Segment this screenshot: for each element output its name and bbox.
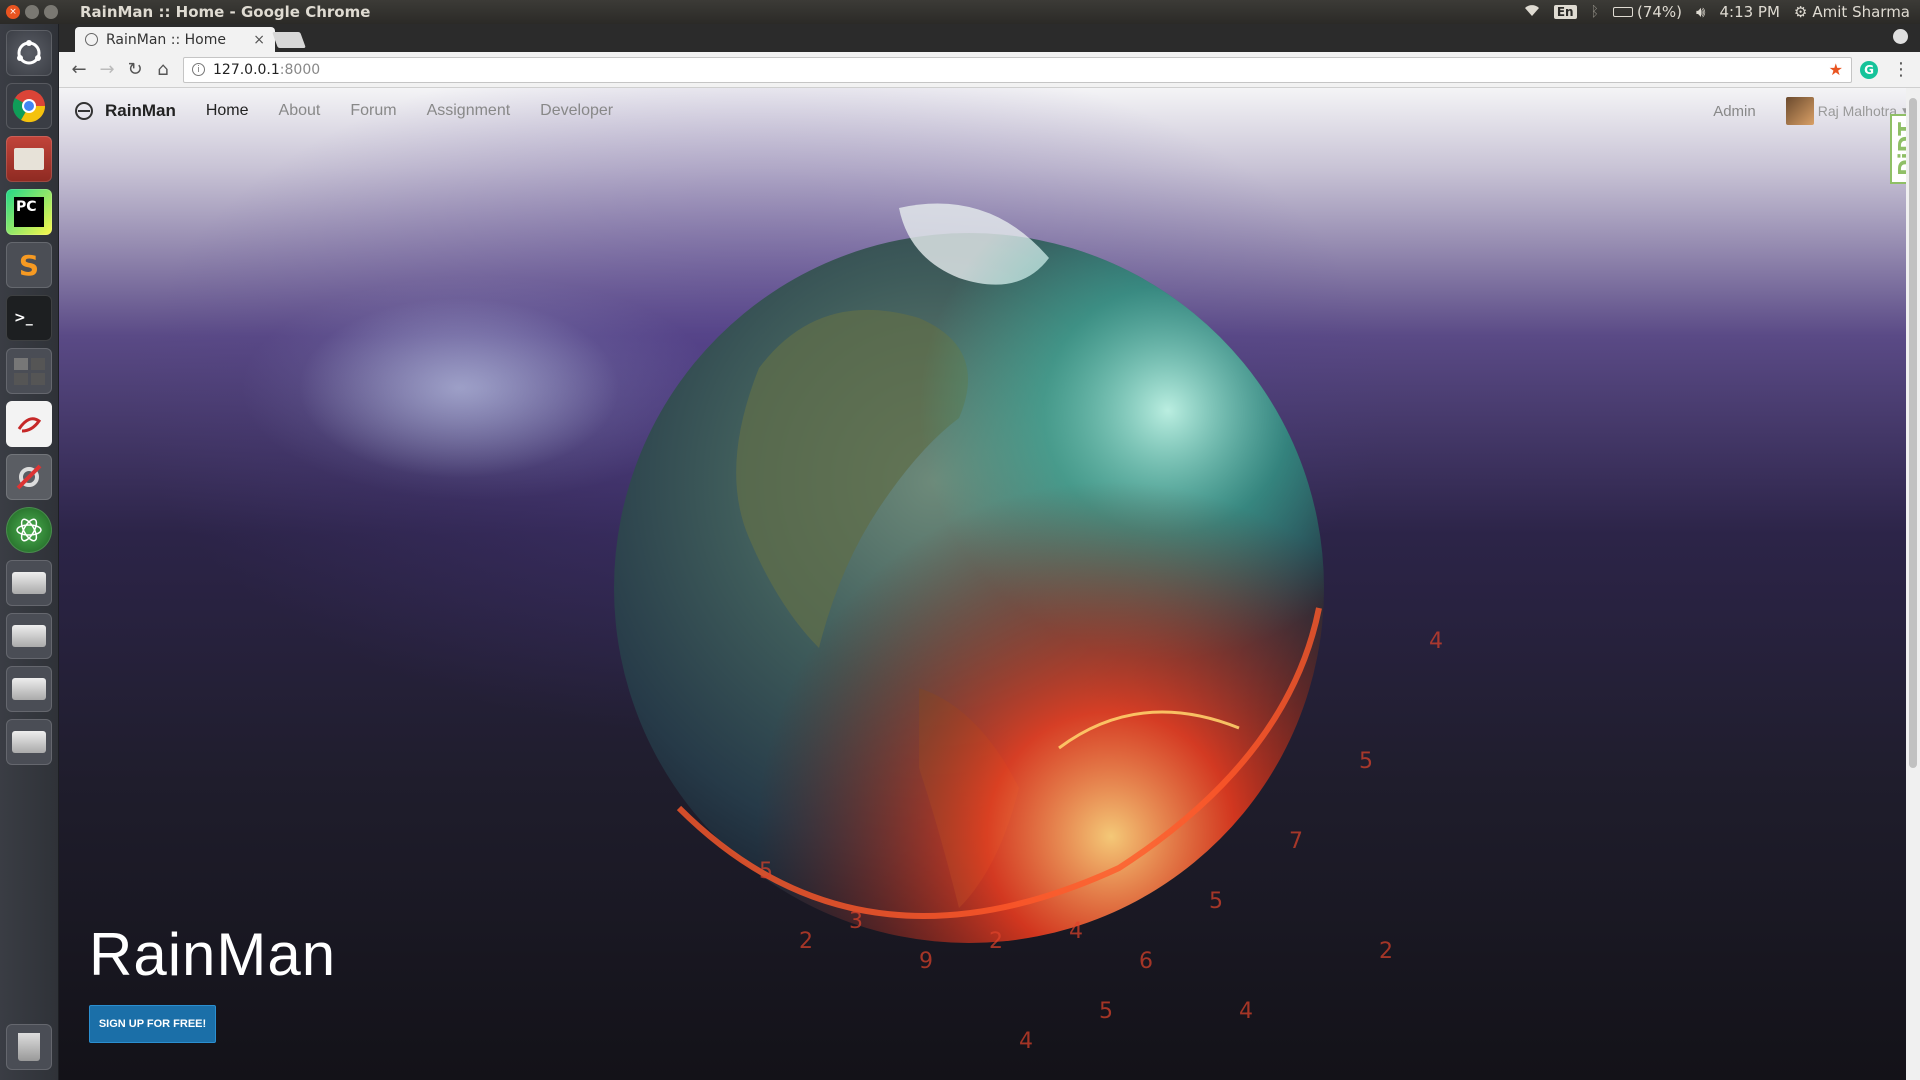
sublime-text-icon[interactable]: S [6, 242, 52, 288]
clock[interactable]: 4:13 PM [1719, 3, 1779, 21]
reload-icon[interactable]: ↻ [121, 59, 149, 80]
svg-text:2: 2 [1379, 939, 1393, 964]
url-port: :8000 [279, 61, 321, 78]
page-scrollbar[interactable] [1906, 88, 1920, 1080]
system-settings-icon[interactable] [6, 454, 52, 500]
page-viewport: 3 9 2 4 6 5 7 5 4 4 5 4 2 5 2 RainMan Home About F… [59, 88, 1920, 1080]
battery-icon [1612, 7, 1633, 17]
text-editor-icon[interactable] [6, 401, 52, 447]
keyboard-layout-indicator[interactable]: En [1553, 5, 1577, 19]
browser-window: RainMan :: Home × ← → ↻ ⌂ i 127.0.0.1 :8… [59, 24, 1920, 1080]
drive-icon[interactable] [6, 560, 52, 606]
window-controls: × [6, 5, 58, 19]
svg-text:5: 5 [1209, 889, 1223, 914]
svg-text:4: 4 [1069, 919, 1083, 944]
site-info-icon[interactable]: i [192, 63, 205, 76]
brand-logo-icon [75, 102, 93, 120]
brand-name: RainMan [105, 101, 176, 120]
window-title: RainMan :: Home - Google Chrome [80, 3, 371, 21]
address-bar[interactable]: i 127.0.0.1 :8000 ★ [183, 56, 1852, 83]
ubuntu-dash-icon[interactable] [6, 30, 52, 76]
tab-strip: RainMan :: Home × [59, 24, 1920, 52]
chrome-menu-icon[interactable]: ⋮ [1892, 59, 1910, 80]
user-name: Raj Malhotra [1817, 103, 1898, 119]
nav-right: Admin Raj Malhotra ▼ [1713, 97, 1910, 125]
drive-icon[interactable] [6, 666, 52, 712]
browser-toolbar: ← → ↻ ⌂ i 127.0.0.1 :8000 ★ G ⋮ [59, 52, 1920, 88]
hero-title: RainMan [89, 921, 337, 988]
svg-text:4: 4 [1019, 1029, 1033, 1054]
wifi-icon[interactable] [1524, 3, 1540, 21]
svg-text:5: 5 [1359, 749, 1373, 774]
session-user-name: Amit Sharma [1812, 3, 1910, 21]
bookmark-star-icon[interactable]: ★ [1829, 60, 1843, 79]
chrome-icon[interactable] [6, 83, 52, 129]
avatar [1785, 97, 1814, 125]
svg-text:4: 4 [1239, 999, 1253, 1024]
signup-button[interactable]: SIGN UP FOR FREE! [89, 1005, 216, 1043]
back-arrow-icon[interactable]: ← [65, 59, 93, 80]
window-minimize-button[interactable] [25, 5, 39, 19]
brand[interactable]: RainMan [75, 101, 176, 121]
bluetooth-icon[interactable]: ᛒ [1591, 4, 1599, 20]
svg-text:2: 2 [799, 929, 813, 954]
svg-text:3: 3 [849, 909, 863, 934]
nav-link-forum[interactable]: Forum [350, 102, 396, 120]
os-top-panel: × RainMan :: Home - Google Chrome En ᛒ (… [0, 0, 1920, 24]
svg-text:2: 2 [989, 929, 1003, 954]
battery-percent: (74%) [1636, 3, 1683, 21]
svg-text:4: 4 [1429, 629, 1443, 654]
indicator-area: En ᛒ (74%) 🔊︎ 4:13 PM ⚙ Amit Sharma [1524, 3, 1910, 21]
profile-icon[interactable] [1893, 29, 1908, 44]
svg-text:7: 7 [1289, 829, 1303, 854]
launcher: PC S >_ [0, 24, 59, 1080]
window-maximize-button[interactable] [44, 5, 58, 19]
user-menu[interactable]: ⚙ Amit Sharma [1794, 3, 1910, 21]
home-icon[interactable]: ⌂ [149, 59, 177, 80]
drive-icon[interactable] [6, 613, 52, 659]
volume-icon[interactable]: 🔊︎ [1696, 3, 1705, 21]
gear-icon: ⚙ [1793, 3, 1808, 21]
terminal-icon[interactable]: >_ [6, 295, 52, 341]
svg-text:5: 5 [759, 859, 773, 884]
battery-indicator[interactable]: (74%) [1612, 3, 1683, 21]
site-navbar: RainMan Home About Forum Assignment Deve… [59, 88, 1920, 134]
tab-home[interactable]: RainMan :: Home × [75, 27, 275, 52]
pycharm-icon[interactable]: PC [6, 189, 52, 235]
window-close-button[interactable]: × [6, 5, 20, 19]
nav-link-assignment[interactable]: Assignment [427, 102, 511, 120]
svg-text:9: 9 [919, 949, 933, 974]
globe-icon [85, 33, 98, 46]
atom-icon[interactable] [6, 507, 52, 553]
tab-close-icon[interactable]: × [253, 32, 265, 48]
grammarly-extension-icon[interactable]: G [1860, 60, 1878, 79]
nav-link-home[interactable]: Home [206, 102, 249, 120]
hero-background-image: 3 9 2 4 6 5 7 5 4 4 5 4 2 5 2 [299, 203, 1443, 1054]
nav-link-admin[interactable]: Admin [1713, 103, 1756, 120]
tab-title: RainMan :: Home [106, 31, 226, 48]
drive-icon[interactable] [6, 719, 52, 765]
trash-icon[interactable] [6, 1024, 52, 1070]
files-icon[interactable] [6, 136, 52, 182]
svg-text:5: 5 [1099, 999, 1113, 1024]
nav-link-developer[interactable]: Developer [540, 102, 613, 120]
nav-link-about[interactable]: About [279, 102, 321, 120]
svg-text:6: 6 [1139, 949, 1153, 974]
scrollbar-thumb[interactable] [1909, 98, 1917, 768]
url-host: 127.0.0.1 [213, 61, 280, 78]
workspace-switcher-icon[interactable] [6, 348, 52, 394]
new-tab-button[interactable] [272, 32, 306, 48]
forward-arrow-icon[interactable]: → [93, 59, 121, 80]
nav-links: Home About Forum Assignment Developer [206, 102, 613, 120]
